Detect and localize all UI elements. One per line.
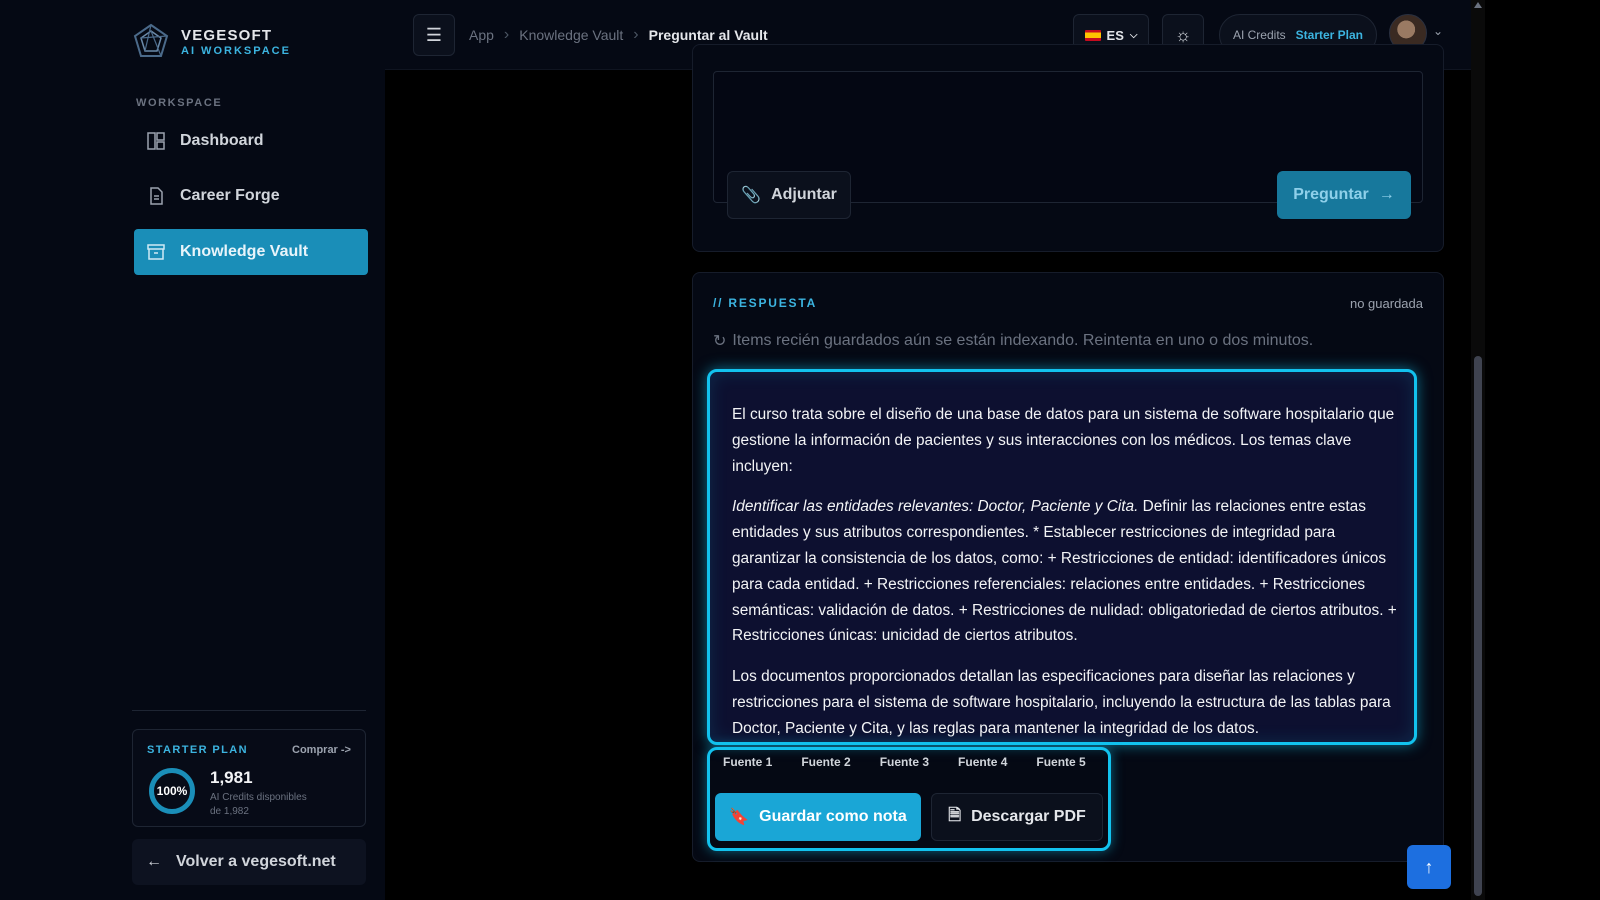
save-as-note-button[interactable]: 🔖 Guardar como nota — [715, 793, 921, 841]
save-status: no guardada — [1349, 296, 1423, 311]
download-pdf-label: Descargar PDF — [971, 808, 1086, 825]
arrow-up-icon: ↑ — [1424, 856, 1434, 877]
credits-total-line: de 1,982 — [210, 806, 249, 817]
language-code: ES — [1106, 27, 1124, 43]
download-pdf-button[interactable]: 🗎 Descargar PDF — [931, 793, 1103, 841]
hamburger-icon: ☰ — [425, 24, 443, 45]
chevron-right-icon: › — [633, 26, 639, 43]
sidebar-item-label: Career Forge — [180, 187, 280, 204]
attach-label: Adjuntar — [771, 186, 837, 203]
source-link[interactable]: Fuente 1 — [723, 755, 772, 769]
answer-emphasis: Identificar las entidades relevantes: Do… — [732, 498, 1139, 516]
chevron-down-icon[interactable]: ⌄ — [1433, 24, 1443, 38]
back-to-site-button[interactable]: ← Volver a vegesoft.net — [132, 839, 366, 885]
answer-content: El curso trata sobre el diseño de una ba… — [707, 369, 1417, 745]
workspace-section-label: WORKSPACE — [136, 97, 223, 109]
attach-button[interactable]: 📎 Adjuntar — [727, 171, 851, 219]
scrollbar-thumb[interactable] — [1474, 356, 1482, 896]
answer-paragraph-3: Los documentos proporcionados detallan l… — [732, 668, 1391, 737]
plan-card: STARTER PLAN Comprar -> 100% 1,981 AI Cr… — [132, 729, 366, 827]
save-as-note-label: Guardar como nota — [759, 808, 907, 825]
refresh-icon: ↻ — [713, 333, 727, 350]
pdf-file-icon: 🗎 — [948, 806, 962, 824]
ask-card: 📎 Adjuntar Preguntar → — [692, 44, 1444, 252]
credits-percent: 100% — [156, 784, 188, 798]
spain-flag-icon — [1084, 29, 1101, 41]
brand[interactable]: VEGESOFT AI WORKSPACE — [131, 22, 291, 62]
scroll-up-arrow-icon[interactable] — [1474, 2, 1482, 8]
chevron-down-icon: ⌵ — [1129, 29, 1138, 41]
sidebar-item-career-forge[interactable]: Career Forge — [134, 173, 368, 219]
breadcrumb-app[interactable]: App — [469, 27, 494, 43]
paperclip-icon: 📎 — [741, 187, 762, 204]
source-link[interactable]: Fuente 5 — [1036, 755, 1085, 769]
sidebar-item-knowledge-vault[interactable]: Knowledge Vault — [134, 229, 368, 275]
sidebar-item-dashboard[interactable]: Dashboard — [134, 118, 368, 164]
indexing-notice-text: Items recién guardados aún se están inde… — [732, 332, 1314, 349]
answer-title: // RESPUESTA — [713, 296, 818, 310]
indexing-notice: ↻ Items recién guardados aún se están in… — [713, 331, 1313, 351]
plan-label: Starter Plan — [1295, 28, 1364, 42]
answer-paragraph-2-rest: Definir las relaciones entre estas entid… — [732, 498, 1397, 645]
document-icon — [150, 187, 163, 205]
credits-description: AI Credits disponibles de 1,982 — [210, 791, 330, 819]
ask-label: Preguntar — [1293, 186, 1369, 203]
source-link[interactable]: Fuente 4 — [958, 755, 1007, 769]
plan-title: STARTER PLAN — [147, 744, 248, 756]
sources-list: Fuente 1 Fuente 2 Fuente 3 Fuente 4 Fuen… — [723, 755, 1086, 769]
credits-count: 1,981 — [210, 768, 253, 787]
breadcrumb-knowledge-vault[interactable]: Knowledge Vault — [519, 27, 623, 43]
ask-button[interactable]: Preguntar → — [1277, 171, 1411, 219]
credits-desc-line: AI Credits disponibles — [210, 792, 307, 803]
sidebar-item-label: Dashboard — [180, 132, 264, 149]
sun-icon: ☼ — [1174, 24, 1192, 45]
archive-icon — [147, 244, 165, 260]
sidebar: VEGESOFT AI WORKSPACE WORKSPACE Dashboar… — [0, 0, 385, 900]
menu-toggle-button[interactable]: ☰ — [413, 14, 455, 56]
brand-subtitle: AI WORKSPACE — [181, 44, 291, 57]
arrow-right-icon: → — [1378, 186, 1395, 203]
sidebar-item-label: Knowledge Vault — [180, 243, 309, 260]
scroll-to-top-button[interactable]: ↑ — [1407, 845, 1451, 889]
breadcrumb: App › Knowledge Vault › Preguntar al Vau… — [469, 26, 768, 44]
source-link[interactable]: Fuente 3 — [880, 755, 929, 769]
back-to-site-label: Volver a vegesoft.net — [176, 853, 336, 870]
bookmark-icon: 🔖 — [729, 809, 750, 826]
credits-progress-ring: 100% — [149, 768, 195, 814]
dashboard-icon — [147, 132, 165, 150]
breadcrumb-current: Preguntar al Vault — [648, 27, 768, 43]
brand-logo-icon — [133, 23, 169, 57]
answer-paragraph-1: El curso trata sobre el diseño de una ba… — [732, 406, 1395, 475]
buy-credits-link[interactable]: Comprar -> — [292, 744, 351, 756]
source-link[interactable]: Fuente 2 — [801, 755, 850, 769]
answer-paragraph-2: Identificar las entidades relevantes: Do… — [732, 494, 1398, 649]
arrow-left-icon: ← — [146, 853, 162, 870]
sidebar-divider — [132, 710, 366, 711]
answer-card: // RESPUESTA no guardada ↻ Items recién … — [692, 272, 1444, 862]
ai-credits-label: AI Credits — [1232, 28, 1286, 42]
brand-name: VEGESOFT — [181, 26, 273, 44]
chevron-right-icon: › — [503, 26, 510, 43]
